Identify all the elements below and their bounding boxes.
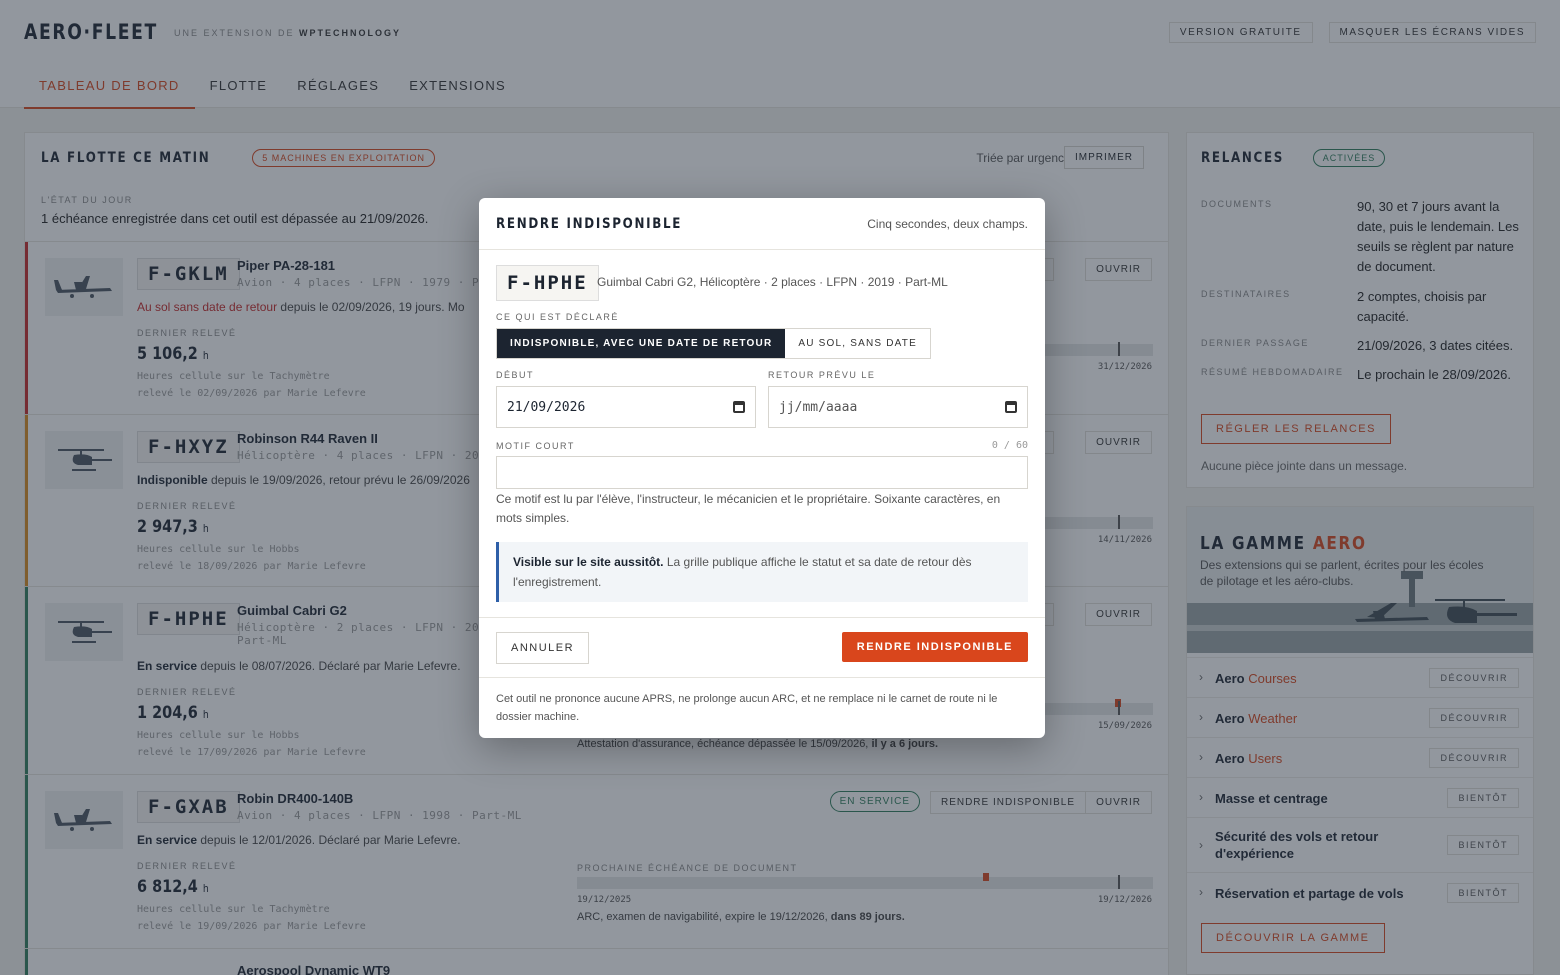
calendar-icon[interactable]	[733, 401, 745, 413]
declaration-type-toggle: INDISPONIBLE, AVEC UNE DATE DE RETOUR AU…	[496, 328, 931, 359]
dialog-title: RENDRE INDISPONIBLE	[496, 216, 683, 232]
disclaimer: Cet outil ne prononce aucune APRS, ne pr…	[479, 677, 1045, 738]
visibility-notice: Visible sur le site aussitôt. La grille …	[496, 542, 1028, 602]
reason-label: MOTIF COURT	[496, 441, 575, 451]
reason-help: Ce motif est lu par l'élève, l'instructe…	[496, 492, 1001, 525]
option-unavailable-with-date[interactable]: INDISPONIBLE, AVEC UNE DATE DE RETOUR	[497, 329, 786, 358]
calendar-icon[interactable]	[1005, 401, 1017, 413]
character-counter: 0 / 60	[991, 440, 1028, 451]
return-date-input[interactable]: jj/mm/aaaa	[768, 386, 1028, 428]
declared-label: CE QUI EST DÉCLARÉ	[496, 312, 619, 322]
reason-input[interactable]	[496, 456, 1028, 489]
return-label: RETOUR PRÉVU LE	[768, 370, 876, 380]
make-unavailable-dialog: RENDRE INDISPONIBLE Cinq secondes, deux …	[479, 198, 1045, 738]
option-grounded-no-date[interactable]: AU SOL, SANS DATE	[785, 329, 930, 358]
start-date-input[interactable]: 21/09/2026	[496, 386, 756, 428]
registration: F-HPHE	[496, 265, 599, 301]
confirm-unavailable-button[interactable]: RENDRE INDISPONIBLE	[841, 632, 1028, 662]
dialog-subtitle: Cinq secondes, deux champs.	[867, 217, 1028, 231]
aircraft-description: Guimbal Cabri G2, Hélicoptère · 2 places…	[597, 275, 948, 289]
start-label: DÉBUT	[496, 370, 535, 380]
cancel-button[interactable]: ANNULER	[496, 632, 590, 664]
